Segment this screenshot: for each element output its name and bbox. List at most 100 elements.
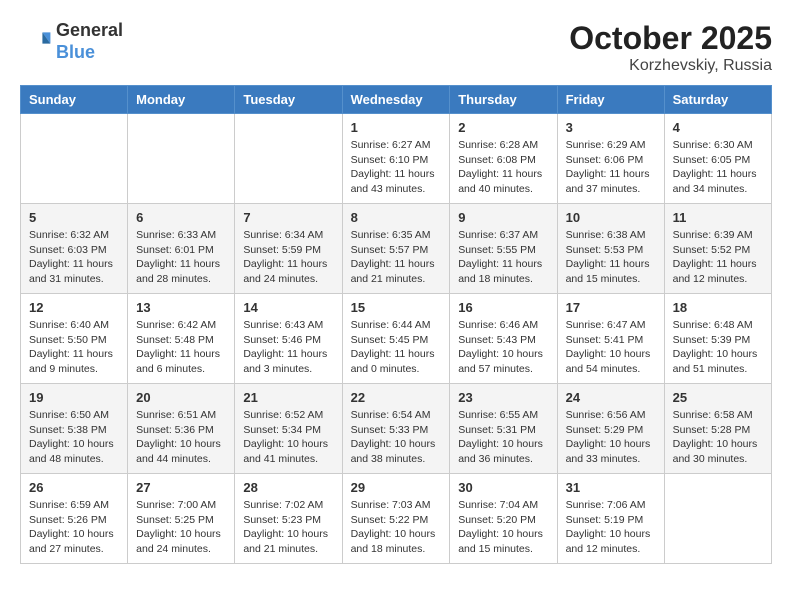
day-info: Sunrise: 7:03 AM Sunset: 5:22 PM Dayligh… [351, 498, 442, 557]
day-number: 23 [458, 390, 548, 405]
day-number: 31 [566, 480, 656, 495]
day-info: Sunrise: 7:04 AM Sunset: 5:20 PM Dayligh… [458, 498, 548, 557]
day-number: 28 [243, 480, 333, 495]
day-number: 26 [29, 480, 119, 495]
day-info: Sunrise: 6:33 AM Sunset: 6:01 PM Dayligh… [136, 228, 226, 287]
day-info: Sunrise: 7:06 AM Sunset: 5:19 PM Dayligh… [566, 498, 656, 557]
table-row: 24 Sunrise: 6:56 AM Sunset: 5:29 PM Dayli… [557, 384, 664, 474]
day-info: Sunrise: 6:43 AM Sunset: 5:46 PM Dayligh… [243, 318, 333, 377]
calendar-subtitle: Korzhevskiy, Russia [569, 57, 772, 75]
day-info: Sunrise: 6:52 AM Sunset: 5:34 PM Dayligh… [243, 408, 333, 467]
table-row: 29 Sunrise: 7:03 AM Sunset: 5:22 PM Dayli… [342, 474, 450, 564]
day-number: 5 [29, 210, 119, 225]
day-number: 2 [458, 120, 548, 135]
day-number: 15 [351, 300, 442, 315]
day-number: 27 [136, 480, 226, 495]
day-number: 10 [566, 210, 656, 225]
week-row-0: 1 Sunrise: 6:27 AM Sunset: 6:10 PM Daylig… [21, 114, 772, 204]
week-row-4: 26 Sunrise: 6:59 AM Sunset: 5:26 PM Dayli… [21, 474, 772, 564]
header-thursday: Thursday [450, 86, 557, 114]
table-row: 8Sunrise: 6:35 AM Sunset: 5:57 PM Daylig… [342, 204, 450, 294]
table-row: 15 Sunrise: 6:44 AM Sunset: 5:45 PM Dayli… [342, 294, 450, 384]
table-row: 31 Sunrise: 7:06 AM Sunset: 5:19 PM Dayli… [557, 474, 664, 564]
logo-general-text: General [56, 20, 123, 40]
day-info: Sunrise: 6:32 AM Sunset: 6:03 PM Dayligh… [29, 228, 119, 287]
day-info: Sunrise: 7:00 AM Sunset: 5:25 PM Dayligh… [136, 498, 226, 557]
day-info: Sunrise: 6:42 AM Sunset: 5:48 PM Dayligh… [136, 318, 226, 377]
header-saturday: Saturday [664, 86, 771, 114]
day-number: 19 [29, 390, 119, 405]
table-row: 10 Sunrise: 6:38 AM Sunset: 5:53 PM Dayli… [557, 204, 664, 294]
day-info: Sunrise: 6:37 AM Sunset: 5:55 PM Dayligh… [458, 228, 548, 287]
week-row-3: 19 Sunrise: 6:50 AM Sunset: 5:38 PM Dayli… [21, 384, 772, 474]
table-row: 25Sunrise: 6:58 AM Sunset: 5:28 PM Dayli… [664, 384, 771, 474]
table-row: 13Sunrise: 6:42 AM Sunset: 5:48 PM Dayli… [128, 294, 235, 384]
table-row: 19 Sunrise: 6:50 AM Sunset: 5:38 PM Dayli… [21, 384, 128, 474]
day-info: Sunrise: 6:30 AM Sunset: 6:05 PM Dayligh… [673, 138, 763, 197]
header-tuesday: Tuesday [235, 86, 342, 114]
logo: General Blue [20, 20, 123, 63]
day-number: 8 [351, 210, 442, 225]
day-info: Sunrise: 6:39 AM Sunset: 5:52 PM Dayligh… [673, 228, 763, 287]
table-row: 9 Sunrise: 6:37 AM Sunset: 5:55 PM Daylig… [450, 204, 557, 294]
table-row [235, 114, 342, 204]
table-row: 20Sunrise: 6:51 AM Sunset: 5:36 PM Dayli… [128, 384, 235, 474]
week-row-1: 5 Sunrise: 6:32 AM Sunset: 6:03 PM Daylig… [21, 204, 772, 294]
table-row: 22Sunrise: 6:54 AM Sunset: 5:33 PM Dayli… [342, 384, 450, 474]
day-number: 3 [566, 120, 656, 135]
table-row [664, 474, 771, 564]
day-info: Sunrise: 6:44 AM Sunset: 5:45 PM Dayligh… [351, 318, 442, 377]
day-info: Sunrise: 6:55 AM Sunset: 5:31 PM Dayligh… [458, 408, 548, 467]
day-info: Sunrise: 6:38 AM Sunset: 5:53 PM Dayligh… [566, 228, 656, 287]
day-number: 18 [673, 300, 763, 315]
day-info: Sunrise: 6:34 AM Sunset: 5:59 PM Dayligh… [243, 228, 333, 287]
table-row: 21Sunrise: 6:52 AM Sunset: 5:34 PM Dayli… [235, 384, 342, 474]
day-number: 16 [458, 300, 548, 315]
day-info: Sunrise: 6:50 AM Sunset: 5:38 PM Dayligh… [29, 408, 119, 467]
day-number: 6 [136, 210, 226, 225]
table-row: 30 Sunrise: 7:04 AM Sunset: 5:20 PM Dayli… [450, 474, 557, 564]
page-header: General Blue October 2025 Korzhevskiy, R… [20, 20, 772, 75]
table-row: 23 Sunrise: 6:55 AM Sunset: 5:31 PM Dayli… [450, 384, 557, 474]
day-info: Sunrise: 6:27 AM Sunset: 6:10 PM Dayligh… [351, 138, 442, 197]
day-info: Sunrise: 6:59 AM Sunset: 5:26 PM Dayligh… [29, 498, 119, 557]
table-row: 17 Sunrise: 6:47 AM Sunset: 5:41 PM Dayli… [557, 294, 664, 384]
day-number: 7 [243, 210, 333, 225]
day-info: Sunrise: 6:28 AM Sunset: 6:08 PM Dayligh… [458, 138, 548, 197]
day-number: 20 [136, 390, 226, 405]
day-number: 17 [566, 300, 656, 315]
day-info: Sunrise: 7:02 AM Sunset: 5:23 PM Dayligh… [243, 498, 333, 557]
title-block: October 2025 Korzhevskiy, Russia [569, 20, 772, 75]
day-number: 9 [458, 210, 548, 225]
table-row: 27 Sunrise: 7:00 AM Sunset: 5:25 PM Dayli… [128, 474, 235, 564]
table-row: 11 Sunrise: 6:39 AM Sunset: 5:52 PM Dayli… [664, 204, 771, 294]
week-row-2: 12Sunrise: 6:40 AM Sunset: 5:50 PM Dayli… [21, 294, 772, 384]
day-number: 30 [458, 480, 548, 495]
day-info: Sunrise: 6:46 AM Sunset: 5:43 PM Dayligh… [458, 318, 548, 377]
header-monday: Monday [128, 86, 235, 114]
day-info: Sunrise: 6:47 AM Sunset: 5:41 PM Dayligh… [566, 318, 656, 377]
day-info: Sunrise: 6:29 AM Sunset: 6:06 PM Dayligh… [566, 138, 656, 197]
header-friday: Friday [557, 86, 664, 114]
day-number: 1 [351, 120, 442, 135]
header-sunday: Sunday [21, 86, 128, 114]
header-wednesday: Wednesday [342, 86, 450, 114]
logo-icon [20, 26, 52, 58]
table-row [21, 114, 128, 204]
day-info: Sunrise: 6:56 AM Sunset: 5:29 PM Dayligh… [566, 408, 656, 467]
day-info: Sunrise: 6:48 AM Sunset: 5:39 PM Dayligh… [673, 318, 763, 377]
day-info: Sunrise: 6:40 AM Sunset: 5:50 PM Dayligh… [29, 318, 119, 377]
day-number: 14 [243, 300, 333, 315]
table-row: 12Sunrise: 6:40 AM Sunset: 5:50 PM Dayli… [21, 294, 128, 384]
day-number: 29 [351, 480, 442, 495]
table-row: 6 Sunrise: 6:33 AM Sunset: 6:01 PM Daylig… [128, 204, 235, 294]
logo-blue-text: Blue [56, 42, 95, 62]
calendar-table: Sunday Monday Tuesday Wednesday Thursday… [20, 85, 772, 564]
table-row: 18 Sunrise: 6:48 AM Sunset: 5:39 PM Dayli… [664, 294, 771, 384]
table-row: 2 Sunrise: 6:28 AM Sunset: 6:08 PM Daylig… [450, 114, 557, 204]
day-number: 4 [673, 120, 763, 135]
table-row: 14 Sunrise: 6:43 AM Sunset: 5:46 PM Dayli… [235, 294, 342, 384]
day-number: 24 [566, 390, 656, 405]
day-number: 11 [673, 210, 763, 225]
day-info: Sunrise: 6:54 AM Sunset: 5:33 PM Dayligh… [351, 408, 442, 467]
